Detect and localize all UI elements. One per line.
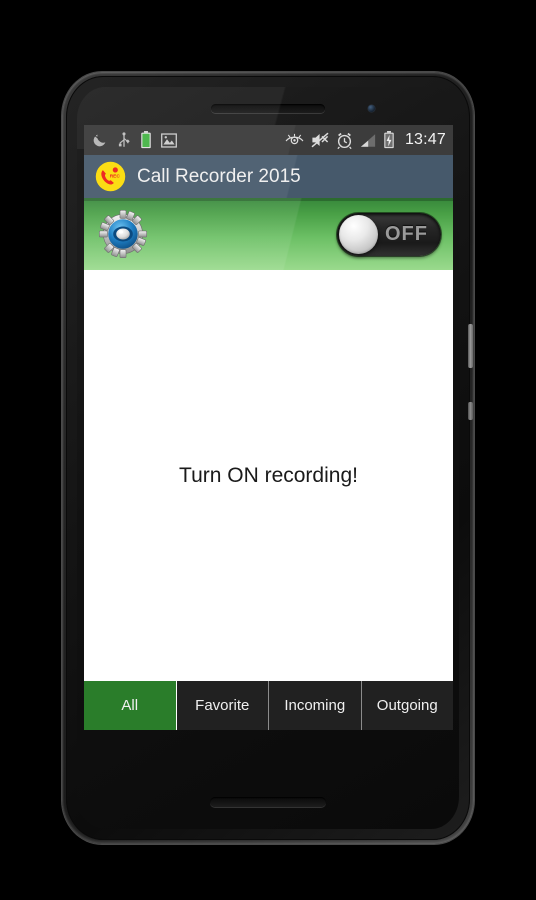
usb-icon: [118, 131, 130, 147]
battery-charging-icon: [384, 131, 394, 149]
filter-tab-bar: All Favorite Incoming Outgoing: [84, 681, 453, 730]
screenshot-canvas: 13:47 REC Call Recorder 2015 OFF Turn ON…: [0, 0, 536, 900]
recordings-list-area: Turn ON recording!: [84, 270, 453, 681]
recording-toggle[interactable]: OFF: [337, 212, 441, 256]
call-recorder-rec-icon: REC: [95, 161, 126, 192]
app-title-text: Call Recorder 2015: [137, 165, 301, 187]
toggle-state-label: OFF: [385, 222, 428, 245]
tab-all[interactable]: All: [84, 681, 177, 730]
signal-bars-icon: [360, 133, 376, 147]
empty-state-message: Turn ON recording!: [179, 463, 358, 487]
front-camera-icon: [368, 105, 375, 112]
tab-favorite[interactable]: Favorite: [176, 681, 269, 730]
phone-screen: 13:47 REC Call Recorder 2015 OFF Turn ON…: [84, 125, 453, 730]
status-bar-clock: 13:47: [404, 131, 446, 148]
moon-do-not-disturb-icon: [93, 134, 106, 147]
tab-outgoing[interactable]: Outgoing: [361, 681, 453, 730]
status-bar-left-icons: [92, 131, 177, 149]
gear-eye-settings-icon[interactable]: [98, 209, 148, 259]
battery-notification-icon: [141, 131, 151, 149]
eye-visibility-icon: [285, 133, 304, 145]
earpiece-speaker: [211, 104, 325, 113]
tab-incoming[interactable]: Incoming: [269, 681, 362, 730]
volume-muted-icon: [311, 132, 329, 148]
recording-control-bar: OFF: [84, 198, 453, 270]
status-bar-right-icons: 13:47: [285, 131, 446, 149]
svg-text:REC: REC: [110, 173, 121, 179]
status-bar: 13:47: [84, 125, 453, 155]
app-title-bar: REC Call Recorder 2015: [84, 155, 453, 198]
bottom-speaker-grille: [210, 797, 326, 807]
alarm-clock-icon: [337, 132, 352, 149]
screenshot-image-icon: [161, 132, 177, 148]
volume-button[interactable]: [468, 402, 473, 420]
toggle-knob[interactable]: [339, 214, 378, 254]
power-button[interactable]: [468, 324, 473, 368]
